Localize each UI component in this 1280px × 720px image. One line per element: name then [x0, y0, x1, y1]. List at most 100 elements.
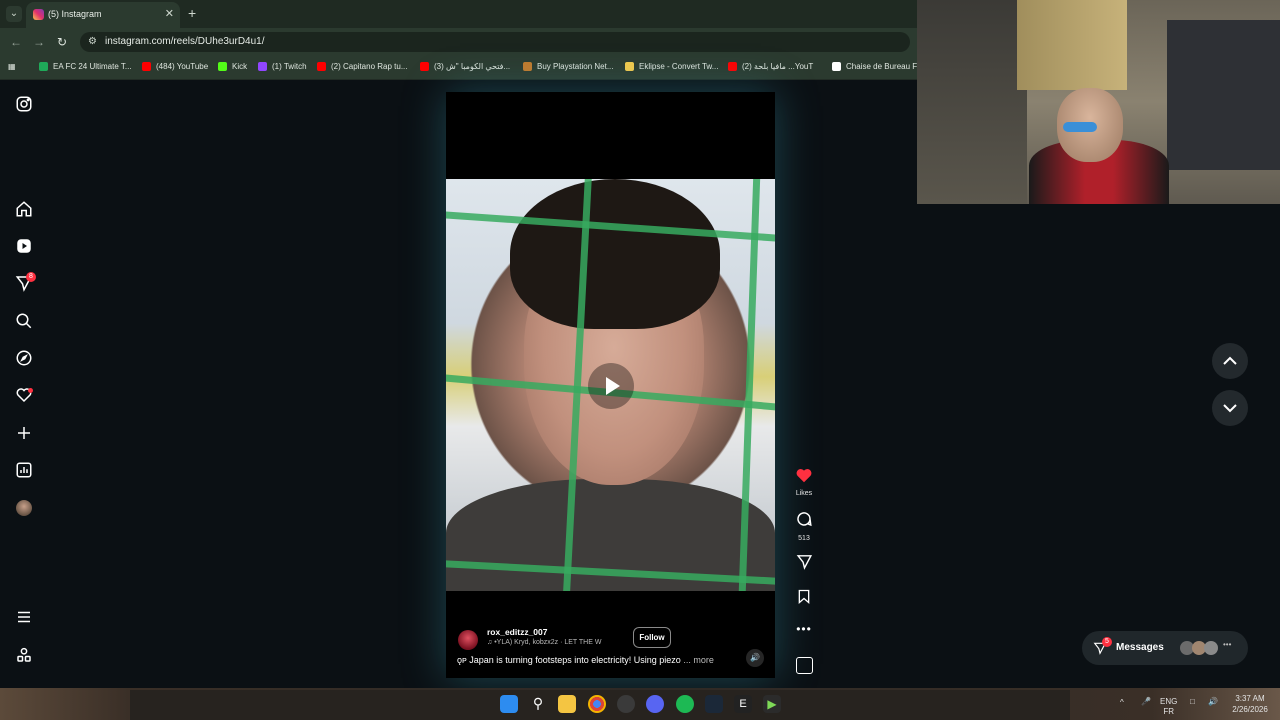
bookmark-ea-fc[interactable]: EA FC 24 Ultimate T...	[39, 62, 132, 71]
forward-arrow-icon[interactable]: →	[33, 35, 45, 49]
create-plus-icon[interactable]	[14, 424, 34, 444]
save-button[interactable]	[791, 588, 817, 610]
language-indicator[interactable]: ENG FR	[1160, 697, 1177, 717]
clock[interactable]: 3:37 AM 2/26/2026	[1226, 693, 1274, 715]
volume-icon[interactable]: 🔊	[1208, 697, 1218, 706]
apps-grid-icon[interactable]: ▦	[8, 62, 16, 71]
tab-strip: ⌄ (5) Instagram ✕ +	[0, 0, 917, 28]
spotify-icon[interactable]	[676, 695, 694, 713]
store-icon	[523, 62, 532, 71]
terminal-icon[interactable]: ▶	[763, 695, 781, 713]
audio-thumbnail-button[interactable]	[791, 657, 817, 679]
microphone-icon[interactable]: 🎤	[1141, 697, 1151, 706]
volume-icon[interactable]: 🔊	[746, 649, 764, 667]
chrome-icon[interactable]	[588, 695, 606, 713]
youtube-icon	[142, 62, 151, 71]
back-arrow-icon[interactable]: ←	[10, 35, 22, 49]
chevron-down-icon	[1223, 404, 1237, 413]
bookmark-capitano[interactable]: (2) Capitano Rap tu...	[317, 62, 407, 71]
play-button[interactable]	[588, 363, 634, 409]
navigation-bar: ← → ↻ ⚙ instagram.com/reels/DUhe3urD4u1/	[0, 28, 917, 56]
messages-badge: 5	[1102, 637, 1112, 647]
site-info-icon[interactable]: ⚙	[88, 36, 97, 47]
chevron-up-icon	[1223, 356, 1237, 365]
bookmark-kick[interactable]: Kick	[218, 62, 247, 71]
bookmark-icon	[798, 589, 810, 604]
messages-bar[interactable]: 5 Messages •••	[1082, 631, 1248, 665]
bookmarks-bar: ▦ EA FC 24 Ultimate T... (484) YouTube K…	[0, 56, 923, 80]
heart-notifications-icon[interactable]	[14, 386, 34, 406]
comments-count: 513	[798, 535, 810, 542]
messages-label: Messages	[1116, 642, 1164, 653]
tray-overflow-chevron-icon[interactable]: ^	[1120, 698, 1124, 707]
eklipse-icon	[625, 62, 634, 71]
tab-title: (5) Instagram	[48, 9, 102, 19]
new-tab-button[interactable]: +	[188, 5, 196, 21]
page-icon	[832, 62, 841, 71]
youtube-icon	[728, 62, 737, 71]
author-avatar[interactable]	[458, 630, 478, 650]
music-info[interactable]: ♫ •YLA) Kryd, kobzx2z · LET THE W	[487, 639, 601, 646]
also-from-meta-icon[interactable]	[14, 646, 34, 666]
close-tab-icon[interactable]: ✕	[165, 7, 174, 20]
comment-icon	[797, 512, 812, 527]
app-icon[interactable]	[617, 695, 635, 713]
share-button[interactable]	[791, 553, 817, 575]
youtube-icon	[317, 62, 326, 71]
reel-caption: ǫᴘ Japan is turning footsteps into elect…	[457, 655, 714, 665]
address-bar[interactable]: ⚙ instagram.com/reels/DUhe3urD4u1/	[80, 32, 910, 52]
notification-badge: 8	[26, 272, 36, 282]
network-icon[interactable]: □	[1190, 697, 1195, 706]
share-icon	[796, 555, 812, 570]
message-avatar	[1204, 641, 1218, 655]
epic-games-icon[interactable]: E	[734, 695, 752, 713]
active-tab[interactable]: (5) Instagram ✕	[26, 2, 180, 28]
webcam-overlay	[917, 0, 1280, 204]
reels-icon[interactable]	[14, 237, 34, 257]
search-icon[interactable]: ⚲	[529, 695, 547, 713]
bookmark-eklipse[interactable]: Eklipse - Convert Tw...	[625, 62, 718, 71]
like-button[interactable]: Likes	[791, 467, 817, 497]
author-username[interactable]: rox_editzz_007	[487, 627, 547, 637]
tab-search-button[interactable]: ⌄	[6, 6, 22, 22]
bookmark-youtube[interactable]: (484) YouTube	[142, 62, 208, 71]
next-reel-button[interactable]	[1212, 390, 1248, 426]
video-subject-hair	[510, 179, 720, 329]
url-text: instagram.com/reels/DUhe3urD4u1/	[105, 36, 265, 47]
windows-start-icon[interactable]	[500, 695, 518, 713]
bookmark-arabic-2[interactable]: (2) مافيا بلحة ...YouT	[728, 62, 813, 71]
twitch-icon	[258, 62, 267, 71]
audio-thumbnail-icon	[795, 657, 813, 674]
steam-icon[interactable]	[705, 695, 723, 713]
reel-video[interactable]: rox_editzz_007 ♫ •YLA) Kryd, kobzx2z · L…	[446, 92, 775, 678]
bookmark-playstation[interactable]: Buy Playstation Net...	[523, 62, 613, 71]
notification-dot	[28, 388, 33, 393]
search-icon[interactable]	[14, 312, 34, 332]
explore-compass-icon[interactable]	[14, 349, 34, 369]
instagram-logo-icon[interactable]	[14, 95, 34, 115]
previous-reel-button[interactable]	[1212, 343, 1248, 379]
direct-messages-icon[interactable]: 8	[14, 272, 36, 294]
follow-button[interactable]: Follow	[633, 627, 671, 648]
webcam-posters	[1167, 20, 1280, 170]
discord-icon[interactable]	[646, 695, 664, 713]
home-icon[interactable]	[14, 200, 34, 220]
bookmark-twitch[interactable]: (1) Twitch	[258, 62, 307, 71]
heart-filled-icon	[796, 469, 812, 483]
more-menu-icon[interactable]	[14, 608, 34, 628]
bookmark-chaise[interactable]: Chaise de Bureau F...	[832, 62, 923, 71]
ea-fc-icon	[39, 62, 48, 71]
profile-avatar[interactable]	[14, 498, 34, 518]
reload-icon[interactable]: ↻	[57, 35, 67, 49]
more-options-icon[interactable]: •••	[791, 622, 817, 636]
comment-button[interactable]: 513	[791, 510, 817, 542]
dashboard-chart-icon[interactable]	[14, 461, 34, 481]
caption-more-link[interactable]: ... more	[683, 655, 714, 665]
kick-icon	[218, 62, 227, 71]
instagram-favicon-icon	[33, 9, 44, 20]
youtube-icon	[420, 62, 429, 71]
webcam-door	[917, 0, 1027, 204]
bookmark-arabic-1[interactable]: (3) فتحي الكومبا "ش...	[420, 62, 510, 71]
more-dots-icon: •••	[1223, 640, 1232, 649]
file-explorer-icon[interactable]	[558, 695, 576, 713]
